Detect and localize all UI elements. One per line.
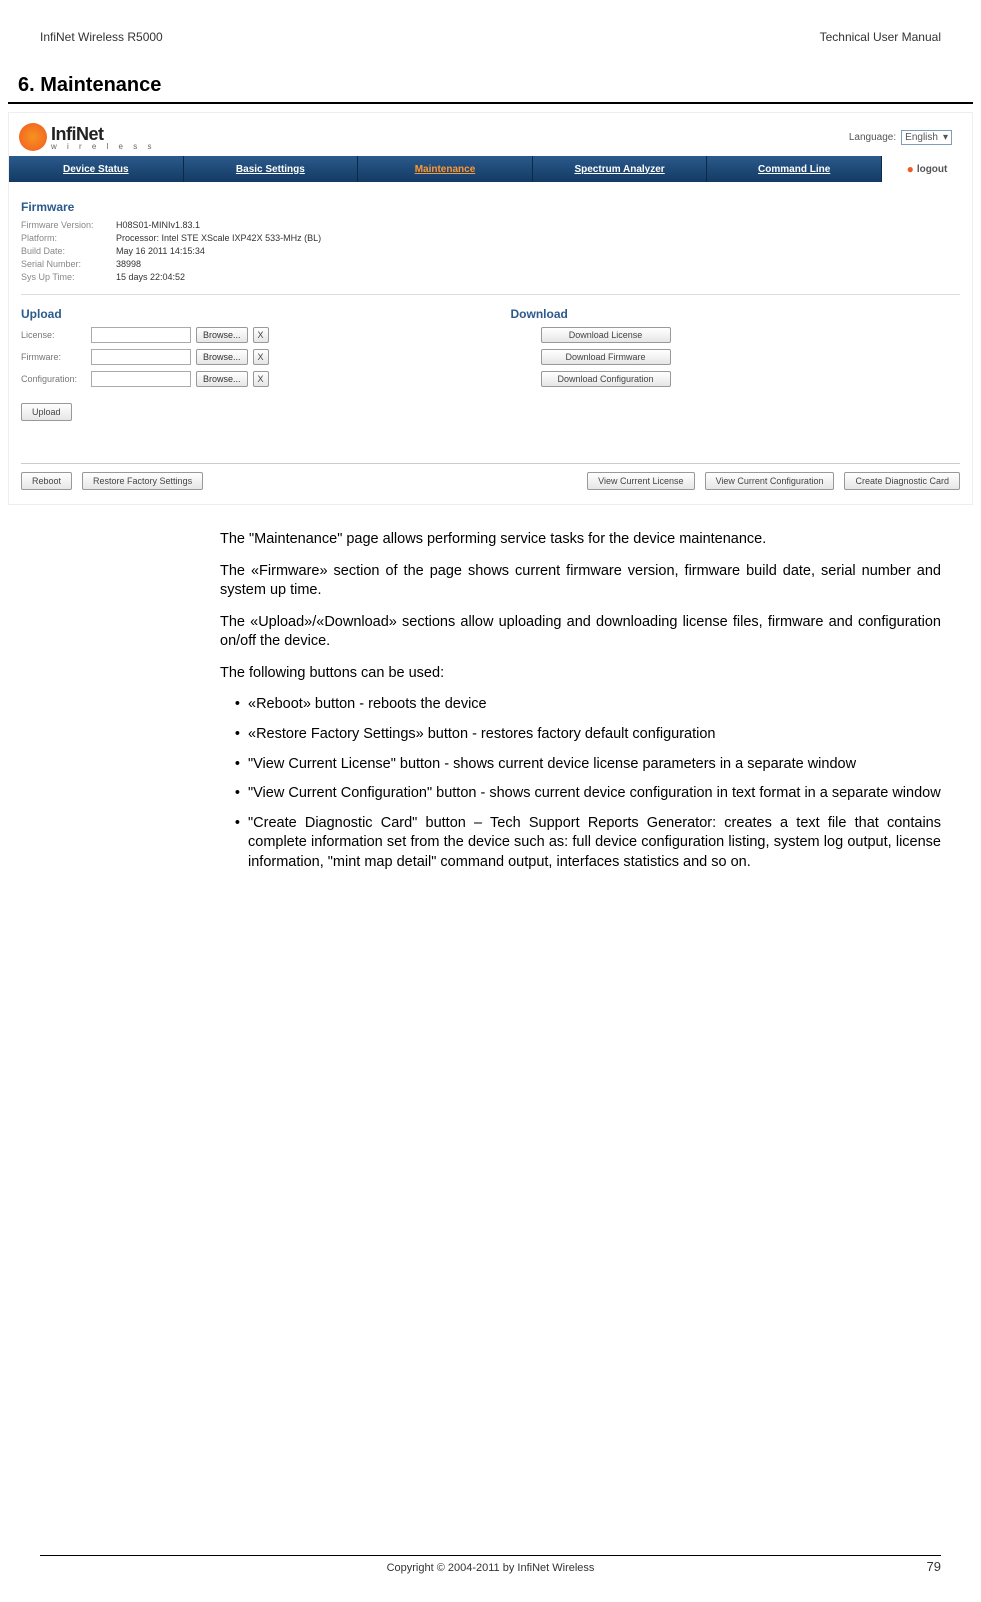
fw-platform-value: Processor: Intel STE XScale IXP42X 533-M… xyxy=(116,233,321,243)
nav-bar: Device Status Basic Settings Maintenance… xyxy=(9,156,972,182)
download-license-button[interactable]: Download License xyxy=(541,327,671,343)
tab-logout[interactable]: ● logout xyxy=(882,156,972,182)
screenshot-panel: InfiNet w i r e l e s s Language: Englis… xyxy=(8,112,973,505)
fw-build-value: May 16 2011 14:15:34 xyxy=(116,246,205,256)
firmware-title: Firmware xyxy=(21,200,960,214)
firmware-table: Firmware Version: H08S01-MINIv1.83.1 Pla… xyxy=(21,220,960,282)
view-config-button[interactable]: View Current Configuration xyxy=(705,472,835,490)
fw-uptime-value: 15 days 22:04:52 xyxy=(116,272,185,282)
fw-serial-value: 38998 xyxy=(116,259,141,269)
logo: InfiNet w i r e l e s s xyxy=(19,123,155,151)
list-item: «Reboot» button - reboots the device xyxy=(248,695,941,715)
upload-firmware-label: Firmware: xyxy=(21,352,86,362)
language-select[interactable]: English ▾ xyxy=(901,130,952,145)
page-number: 79 xyxy=(927,1559,941,1574)
list-item: "Create Diagnostic Card" button – Tech S… xyxy=(248,814,941,873)
logout-label: logout xyxy=(917,164,948,175)
list-item: "View Current Configuration" button - sh… xyxy=(248,784,941,804)
paragraph: The following buttons can be used: xyxy=(220,664,941,684)
paragraph: The "Maintenance" page allows performing… xyxy=(220,530,941,550)
copyright: Copyright © 2004-2011 by InfiNet Wireles… xyxy=(387,1562,595,1574)
fw-platform-label: Platform: xyxy=(21,233,106,243)
paragraph: The «Firmware» section of the page shows… xyxy=(220,562,941,601)
list-item: «Restore Factory Settings» button - rest… xyxy=(248,725,941,745)
tab-device-status[interactable]: Device Status xyxy=(9,156,184,182)
chevron-down-icon: ▾ xyxy=(943,132,948,143)
tab-command-line[interactable]: Command Line xyxy=(707,156,882,182)
clear-button[interactable]: X xyxy=(253,327,269,343)
tab-maintenance[interactable]: Maintenance xyxy=(358,156,533,182)
paragraph: The «Upload»/«Download» sections allow u… xyxy=(220,613,941,652)
fw-uptime-label: Sys Up Time: xyxy=(21,272,106,282)
clear-button[interactable]: X xyxy=(253,349,269,365)
upload-license-input[interactable] xyxy=(91,327,191,343)
download-config-button[interactable]: Download Configuration xyxy=(541,371,671,387)
fw-version-label: Firmware Version: xyxy=(21,220,106,230)
upload-license-row: License: Browse... X xyxy=(21,327,471,343)
body-text: The "Maintenance" page allows performing… xyxy=(0,530,981,872)
browse-button[interactable]: Browse... xyxy=(196,327,248,343)
upload-license-label: License: xyxy=(21,330,86,340)
view-license-button[interactable]: View Current License xyxy=(587,472,694,490)
list-item: "View Current License" button - shows cu… xyxy=(248,755,941,775)
reboot-button[interactable]: Reboot xyxy=(21,472,72,490)
tab-basic-settings[interactable]: Basic Settings xyxy=(184,156,359,182)
restore-factory-button[interactable]: Restore Factory Settings xyxy=(82,472,203,490)
language-label: Language: xyxy=(849,132,896,143)
upload-config-label: Configuration: xyxy=(21,374,86,384)
header-right: Technical User Manual xyxy=(820,30,941,44)
logo-icon xyxy=(19,123,47,151)
page-footer: Copyright © 2004-2011 by InfiNet Wireles… xyxy=(40,1555,941,1574)
screenshot-footer-bar: Reboot Restore Factory Settings View Cur… xyxy=(21,463,960,494)
bullet-list: «Reboot» button - reboots the device «Re… xyxy=(220,695,941,872)
language-value: English xyxy=(905,132,938,143)
upload-firmware-row: Firmware: Browse... X xyxy=(21,349,471,365)
fw-serial-label: Serial Number: xyxy=(21,259,106,269)
browse-button[interactable]: Browse... xyxy=(196,349,248,365)
upload-config-input[interactable] xyxy=(91,371,191,387)
logo-subtext: w i r e l e s s xyxy=(51,142,155,151)
language-selector: Language: English ▾ xyxy=(849,130,952,145)
logout-icon: ● xyxy=(907,162,914,176)
browse-button[interactable]: Browse... xyxy=(196,371,248,387)
fw-version-value: H08S01-MINIv1.83.1 xyxy=(116,220,200,230)
upload-config-row: Configuration: Browse... X xyxy=(21,371,471,387)
upload-button[interactable]: Upload xyxy=(21,403,72,421)
fw-build-label: Build Date: xyxy=(21,246,106,256)
header-left: InfiNet Wireless R5000 xyxy=(40,30,163,44)
divider xyxy=(21,294,960,295)
download-firmware-button[interactable]: Download Firmware xyxy=(541,349,671,365)
tab-spectrum-analyzer[interactable]: Spectrum Analyzer xyxy=(533,156,708,182)
main-heading: 6. Maintenance xyxy=(8,54,973,104)
clear-button[interactable]: X xyxy=(253,371,269,387)
create-diag-card-button[interactable]: Create Diagnostic Card xyxy=(844,472,960,490)
download-title: Download xyxy=(511,307,961,321)
upload-title: Upload xyxy=(21,307,471,321)
upload-firmware-input[interactable] xyxy=(91,349,191,365)
page-header: InfiNet Wireless R5000 Technical User Ma… xyxy=(0,0,981,54)
